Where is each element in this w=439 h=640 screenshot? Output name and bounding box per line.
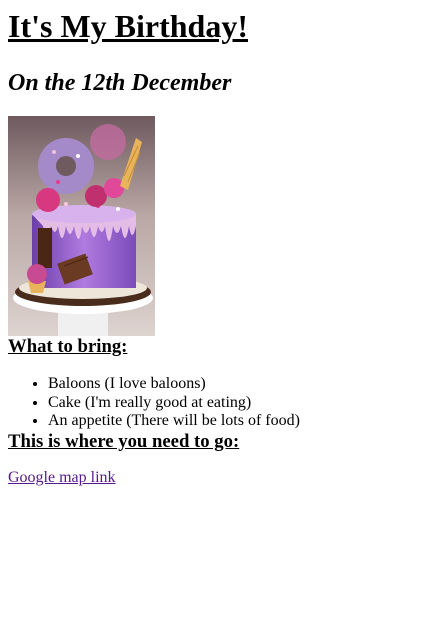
birthday-cake-image — [8, 116, 155, 336]
bring-list: Baloons (I love baloons) Cake (I'm reall… — [8, 375, 431, 431]
page-subtitle: On the 12th December — [8, 70, 232, 96]
google-map-link[interactable]: Google map link — [8, 469, 116, 487]
meringue-left — [36, 188, 60, 212]
bring-heading: What to bring: — [8, 336, 128, 357]
page: It's My Birthday! On the 12th December W… — [0, 7, 439, 640]
page-title: It's My Birthday! — [8, 8, 248, 44]
list-item: Baloons (I love baloons) — [48, 375, 431, 394]
list-item: An appetite (There will be lots of food) — [48, 412, 431, 431]
location-heading: This is where you need to go: — [8, 430, 240, 452]
list-item: Cake (I'm really good at eating) — [48, 394, 431, 413]
